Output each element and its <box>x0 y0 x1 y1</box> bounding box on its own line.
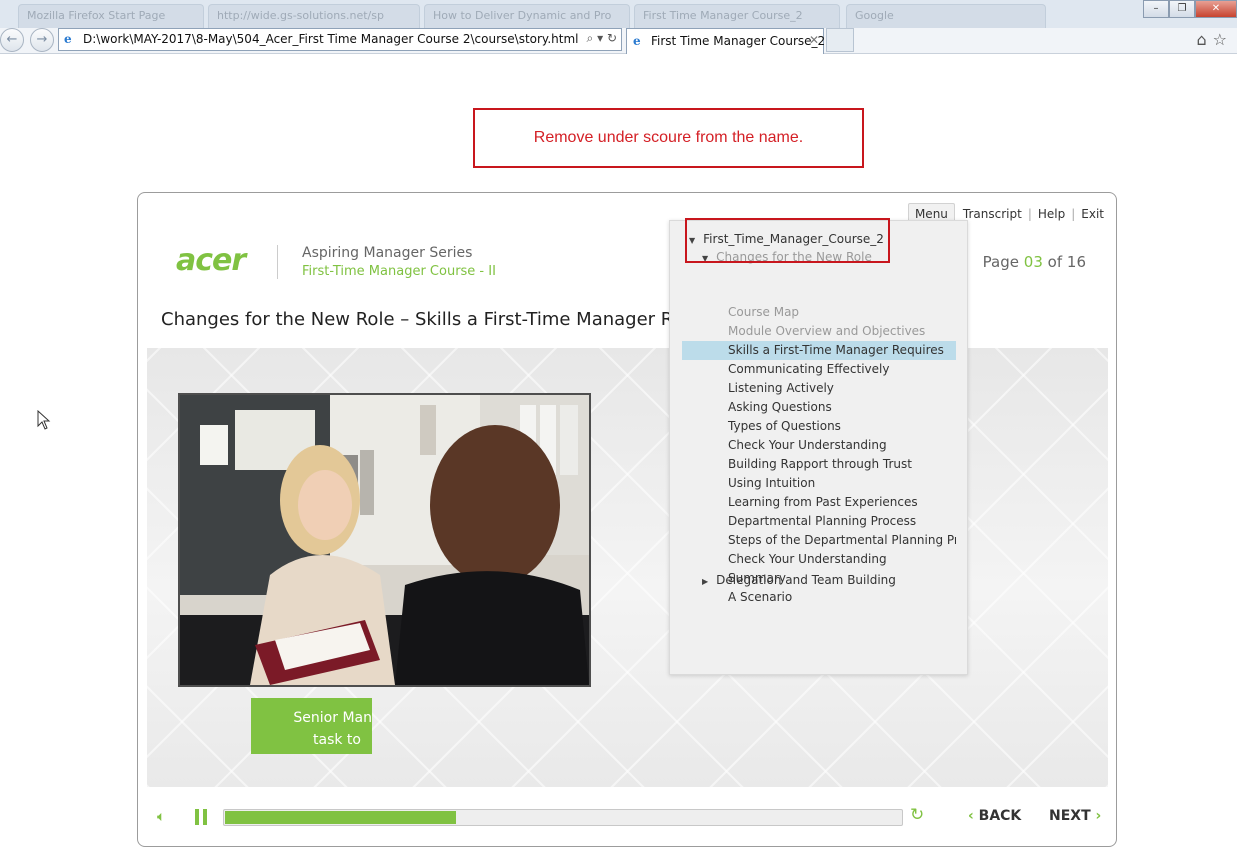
background-tab[interactable]: http://wide.gs-solutions.net/sp <box>208 4 420 28</box>
page-total: 16 <box>1066 253 1086 271</box>
address-tools: ⌕ ▾ ↻ <box>587 31 617 46</box>
back-arrow-icon[interactable]: ← <box>0 28 24 52</box>
next-button[interactable]: NEXT › <box>1049 808 1101 824</box>
mouse-cursor-icon <box>37 410 51 430</box>
scenario-button-line: Senior Mana <box>293 710 372 726</box>
replay-icon[interactable]: ↻ <box>910 805 924 825</box>
menu-item-list: Course Map Module Overview and Objectives… <box>682 303 956 607</box>
browser-toolbar-icons: ⌂☆ <box>1197 30 1234 49</box>
menu-item[interactable]: Building Rapport through Trust <box>682 455 956 474</box>
next-label: NEXT <box>1049 808 1091 824</box>
refresh-icon[interactable]: ↻ <box>607 31 617 45</box>
page-indicator: Page 03 of 16 <box>983 253 1086 271</box>
review-note: Remove under scoure from the name. <box>473 108 864 168</box>
menu-item[interactable]: Check Your Understanding <box>682 550 956 569</box>
menu-item[interactable]: Skills a First-Time Manager Requires <box>682 341 956 360</box>
restore-button[interactable]: ❐ <box>1169 0 1195 18</box>
progress-bar[interactable] <box>223 809 903 826</box>
star-icon[interactable]: ☆ <box>1213 30 1233 49</box>
series-title: Aspiring Manager Series <box>302 245 473 261</box>
home-icon[interactable]: ⌂ <box>1197 30 1213 49</box>
office-meeting-image <box>180 395 589 685</box>
background-tab[interactable]: How to Deliver Dynamic and Pro <box>424 4 630 28</box>
transcript-button[interactable]: Transcript <box>963 207 1022 221</box>
acer-logo: acer <box>176 243 246 278</box>
course-player: Menu Transcript | Help | Exit acer Aspir… <box>137 192 1117 847</box>
background-tab[interactable]: Google <box>846 4 1046 28</box>
menu-item[interactable]: Course Map <box>682 303 956 322</box>
course-menu-panel: ▼ First_Time_Manager_Course_2 ▼ Changes fo… <box>669 220 968 675</box>
collapsed-triangle-icon: ▶ <box>702 577 709 586</box>
help-button[interactable]: Help <box>1038 207 1065 221</box>
background-tab[interactable]: First Time Manager Course_2 <box>634 4 840 28</box>
close-tab-icon[interactable]: ✕ <box>809 33 819 47</box>
dropdown-icon[interactable]: ▾ <box>597 31 603 45</box>
search-icon[interactable]: ⌕ <box>587 31 594 45</box>
menu-item[interactable]: Using Intuition <box>682 474 956 493</box>
address-row: ← → e D:\work\MAY-2017\8-May\504_Acer_Fi… <box>0 28 1237 54</box>
meeting-photo <box>178 393 591 687</box>
back-button[interactable]: ‹ BACK <box>968 808 1021 824</box>
menu-item[interactable]: Check Your Understanding <box>682 436 956 455</box>
exit-button[interactable]: Exit <box>1081 207 1104 221</box>
active-tab-title: First Time Manager Course_2 <box>651 34 826 48</box>
page-current: 03 <box>1023 253 1043 271</box>
menu-item[interactable]: Steps of the Departmental Planning Pro..… <box>682 531 956 550</box>
ie-page-icon: e <box>64 32 72 46</box>
scenario-button-line: task to <box>313 732 361 748</box>
menu-item[interactable]: Types of Questions <box>682 417 956 436</box>
ie-tab-icon: e <box>633 34 641 48</box>
logo-divider <box>277 245 278 279</box>
close-window-button[interactable]: ✕ <box>1195 0 1237 18</box>
window-controls: – ❐ ✕ <box>1143 0 1237 18</box>
progress-fill <box>225 811 456 824</box>
background-tab[interactable]: Mozilla Firefox Start Page <box>18 4 204 28</box>
menu-item[interactable]: Learning from Past Experiences <box>682 493 956 512</box>
course-title: First-Time Manager Course - II <box>302 264 496 279</box>
scenario-button[interactable]: Senior Mana task to <box>251 698 372 754</box>
playback-controls: 🔈︎ ↻ ‹ BACK NEXT › <box>147 797 1108 837</box>
new-tab-button[interactable] <box>826 28 854 52</box>
page-of: of <box>1047 253 1063 271</box>
menu-section-label: Delegation and Team Building <box>716 573 896 587</box>
menu-item[interactable]: Asking Questions <box>682 398 956 417</box>
menu-item[interactable]: Departmental Planning Process <box>682 512 956 531</box>
menu-section-closed[interactable]: ▶ Delegation and Team Building <box>702 573 896 587</box>
separator: | <box>1027 207 1032 221</box>
menu-item[interactable]: Communicating Effectively <box>682 360 956 379</box>
separator: | <box>1071 207 1076 221</box>
volume-icon[interactable]: 🔈︎ <box>157 809 165 825</box>
menu-item[interactable]: Listening Actively <box>682 379 956 398</box>
active-tab[interactable]: e First Time Manager Course_2 ✕ <box>626 28 826 54</box>
back-label: BACK <box>978 808 1022 824</box>
address-bar[interactable]: e D:\work\MAY-2017\8-May\504_Acer_First … <box>58 28 622 51</box>
menu-item[interactable]: A Scenario <box>682 588 956 607</box>
slide-title: Changes for the New Role – Skills a Firs… <box>161 309 694 330</box>
minimize-button[interactable]: – <box>1143 0 1169 18</box>
page-label: Page <box>982 253 1019 271</box>
pause-icon[interactable] <box>195 809 209 825</box>
highlight-box <box>685 218 890 263</box>
menu-item[interactable]: Module Overview and Objectives <box>682 322 956 341</box>
address-url: D:\work\MAY-2017\8-May\504_Acer_First Ti… <box>83 32 579 46</box>
browser-tabstrip: Mozilla Firefox Start Page http://wide.g… <box>0 0 1237 28</box>
forward-arrow-icon[interactable]: → <box>30 28 54 52</box>
